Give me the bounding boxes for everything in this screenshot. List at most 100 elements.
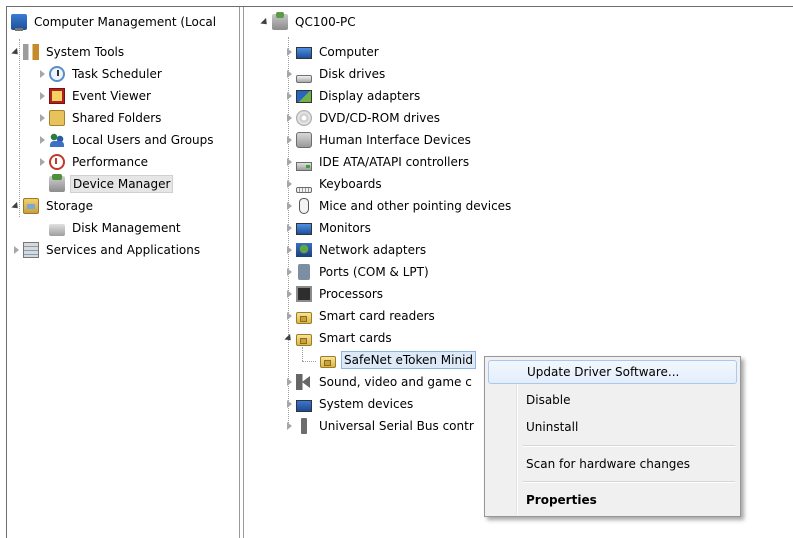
tree-node-computer-management[interactable]: Computer Management (Local — [11, 11, 218, 33]
collapsed-arrow-icon[interactable] — [284, 311, 294, 321]
computer-management-icon — [11, 14, 27, 31]
expanded-arrow-icon[interactable] — [11, 47, 21, 57]
shared-folder-icon — [49, 110, 65, 126]
tree-node-storage[interactable]: Storage — [11, 195, 95, 217]
device-category-label: Display adapters — [319, 89, 421, 103]
tree-label-device-manager: Device Manager — [70, 175, 174, 193]
device-category-smart-card-readers[interactable]: Smart card readers — [284, 305, 437, 327]
monitor-icon — [296, 223, 312, 235]
tree-node-task-scheduler[interactable]: Task Scheduler — [37, 63, 164, 85]
tree-label-computer-management: Computer Management (Local — [34, 15, 217, 29]
collapsed-arrow-icon[interactable] — [37, 135, 47, 145]
device-category-monitors[interactable]: Monitors — [284, 217, 373, 239]
tree-node-event-viewer[interactable]: Event Viewer — [37, 85, 153, 107]
collapsed-arrow-icon[interactable] — [284, 245, 294, 255]
device-category-ports[interactable]: Ports (COM & LPT) — [284, 261, 431, 283]
device-category-disk-drives[interactable]: Disk drives — [284, 63, 387, 85]
performance-icon — [49, 154, 65, 170]
services-icon — [23, 242, 39, 258]
device-category-label: Ports (COM & LPT) — [319, 265, 429, 279]
tree-node-performance[interactable]: Performance — [37, 151, 150, 173]
collapsed-arrow-icon[interactable] — [284, 201, 294, 211]
device-category-ide-controllers[interactable]: IDE ATA/ATAPI controllers — [284, 151, 471, 173]
collapsed-arrow-icon[interactable] — [284, 223, 294, 233]
device-category-label: Universal Serial Bus contr — [319, 419, 474, 433]
collapsed-arrow-icon[interactable] — [37, 157, 47, 167]
collapsed-arrow-icon[interactable] — [284, 91, 294, 101]
collapsed-arrow-icon[interactable] — [284, 157, 294, 167]
menu-item-update-driver[interactable]: Update Driver Software... — [488, 360, 737, 384]
device-category-network-adapters[interactable]: Network adapters — [284, 239, 428, 261]
collapsed-arrow-icon[interactable] — [11, 245, 21, 255]
device-category-label: IDE ATA/ATAPI controllers — [319, 155, 470, 169]
collapsed-arrow-icon[interactable] — [284, 399, 294, 409]
tree-node-qc100-pc[interactable]: QC100-PC — [260, 11, 358, 33]
users-icon — [49, 132, 65, 148]
device-category-dvd-cdrom[interactable]: DVD/CD-ROM drives — [284, 107, 442, 129]
human-interface-device-icon — [296, 132, 312, 148]
tree-node-system-tools[interactable]: System Tools — [11, 41, 126, 63]
menu-item-properties[interactable]: Properties — [488, 488, 737, 512]
collapsed-arrow-icon[interactable] — [284, 421, 294, 431]
expanded-arrow-icon[interactable] — [284, 333, 294, 343]
tree-label-shared-folders: Shared Folders — [72, 111, 162, 125]
device-category-mice[interactable]: Mice and other pointing devices — [284, 195, 513, 217]
tree-node-services-applications[interactable]: Services and Applications — [11, 239, 202, 261]
system-tools-icon — [23, 44, 39, 60]
tree-node-device-manager[interactable]: Device Manager — [49, 173, 174, 195]
menu-item-uninstall[interactable]: Uninstall — [488, 415, 737, 439]
event-viewer-icon — [49, 88, 65, 104]
device-context-menu: Update Driver Software... Disable Uninst… — [484, 356, 741, 517]
smart-card-icon — [296, 334, 312, 346]
device-category-label: Keyboards — [319, 177, 382, 191]
system-device-icon — [296, 400, 312, 412]
collapsed-arrow-icon[interactable] — [284, 47, 294, 57]
expanded-arrow-icon[interactable] — [11, 201, 21, 211]
collapsed-arrow-icon[interactable] — [284, 377, 294, 387]
ide-controller-icon — [296, 161, 312, 171]
menu-separator — [523, 481, 735, 483]
display-adapter-icon — [296, 89, 312, 103]
collapsed-arrow-icon[interactable] — [37, 91, 47, 101]
device-category-computer[interactable]: Computer — [284, 41, 381, 63]
tree-node-local-users-groups[interactable]: Local Users and Groups — [37, 129, 216, 151]
device-category-label: Disk drives — [319, 67, 386, 81]
device-category-keyboards[interactable]: Keyboards — [284, 173, 384, 195]
network-adapter-icon — [296, 243, 312, 257]
tree-label-services-applications: Services and Applications — [46, 243, 201, 257]
device-category-sound[interactable]: Sound, video and game c — [284, 371, 474, 393]
usb-icon — [301, 418, 307, 434]
collapsed-arrow-icon[interactable] — [284, 113, 294, 123]
collapsed-arrow-icon[interactable] — [284, 289, 294, 299]
expanded-arrow-icon[interactable] — [260, 17, 270, 27]
device-category-label: Computer — [319, 45, 379, 59]
tree-node-shared-folders[interactable]: Shared Folders — [37, 107, 163, 129]
device-category-smart-cards[interactable]: Smart cards — [284, 327, 394, 349]
collapsed-arrow-icon[interactable] — [284, 179, 294, 189]
device-category-processors[interactable]: Processors — [284, 283, 385, 305]
device-category-label: Smart cards — [319, 331, 392, 345]
collapsed-arrow-icon[interactable] — [284, 135, 294, 145]
disk-drive-icon — [296, 75, 312, 83]
keyboard-icon — [296, 187, 312, 193]
collapsed-arrow-icon[interactable] — [284, 267, 294, 277]
device-category-label: Mice and other pointing devices — [319, 199, 512, 213]
smart-card-reader-icon — [296, 312, 312, 324]
device-category-hid[interactable]: Human Interface Devices — [284, 129, 473, 151]
computer-icon — [296, 47, 312, 59]
menu-item-disable[interactable]: Disable — [488, 388, 737, 412]
processor-icon — [296, 286, 312, 302]
speaker-icon — [296, 374, 312, 390]
device-label-safenet: SafeNet eToken Minid — [341, 351, 477, 369]
tree-node-disk-management[interactable]: Disk Management — [49, 217, 183, 239]
tree-label-local-users-groups: Local Users and Groups — [72, 133, 214, 147]
device-category-display-adapters[interactable]: Display adapters — [284, 85, 422, 107]
collapsed-arrow-icon[interactable] — [37, 69, 47, 79]
device-category-usb[interactable]: Universal Serial Bus contr — [284, 415, 476, 437]
collapsed-arrow-icon[interactable] — [284, 69, 294, 79]
device-safenet-etoken[interactable]: SafeNet eToken Minid — [320, 349, 477, 371]
menu-item-scan-hardware[interactable]: Scan for hardware changes — [488, 452, 737, 476]
device-category-system-devices[interactable]: System devices — [284, 393, 415, 415]
console-tree-pane: Computer Management (Local System Tools … — [7, 7, 239, 538]
collapsed-arrow-icon[interactable] — [37, 113, 47, 123]
